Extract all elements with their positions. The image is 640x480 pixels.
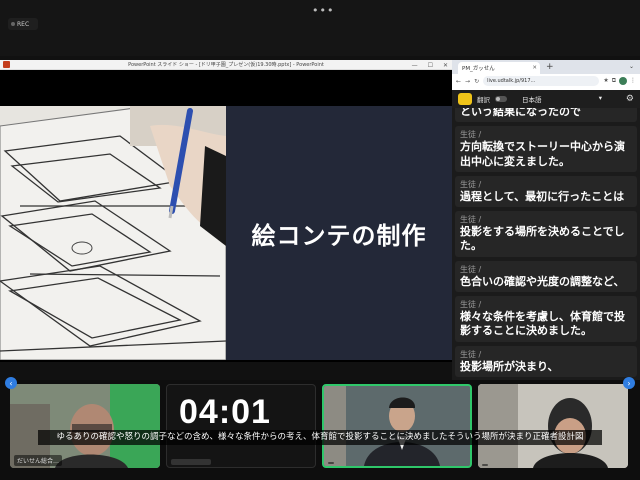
language-value: 日本語 — [522, 96, 542, 104]
language-select[interactable]: 日本語 ▾ — [522, 94, 602, 104]
window-controls: — ☐ ✕ — [412, 60, 448, 70]
tab-title: PM_ガッせん — [462, 66, 495, 72]
participant-tile[interactable]: だいせん総合… — [10, 384, 160, 468]
slide-title-panel: 絵コンテの制作 — [226, 106, 452, 360]
transcript-speaker: 生徒 / — [460, 349, 482, 359]
transcript-list[interactable]: という結果になったので 生徒 / 方向転換でストーリー中心から演出中心に変えまし… — [452, 108, 640, 400]
transcript-text: という結果になったので — [460, 108, 581, 118]
recording-indicator: REC — [8, 18, 38, 30]
url-input[interactable]: live.udtalk.jp/917... — [483, 76, 600, 86]
top-bar: ••• REC — [0, 0, 640, 56]
active-speaker-tile[interactable] — [322, 384, 472, 468]
app-logo-icon — [458, 93, 472, 105]
minimize-icon[interactable]: — — [412, 62, 418, 69]
slide: 絵コンテの制作 — [0, 106, 452, 360]
powerpoint-title-bar: PowerPoint スライド ショー - [ドリ甲子園_プレゼン(仮)19.3… — [0, 60, 452, 70]
powerpoint-window: PowerPoint スライド ショー - [ドリ甲子園_プレゼン(仮)19.3… — [0, 60, 452, 362]
transcript-text: 投影をする場所を決めることでした。 — [460, 225, 625, 253]
transcript-entry: 生徒 / 投影場所が決まり、 — [455, 345, 637, 377]
translate-toggle[interactable] — [495, 96, 507, 102]
transcript-entry: 生徒 / 過程として、最初に行ったことは — [455, 175, 637, 208]
browser-window: PM_ガッせん ✕ + ⌄ ← → ↻ live.udtalk.jp/917..… — [452, 60, 640, 400]
chevron-down-icon: ▾ — [598, 94, 602, 102]
transcript-entry: 生徒 / 投影をする場所を決めることでした。 — [455, 211, 637, 257]
maximize-icon[interactable]: ☐ — [428, 62, 433, 69]
forward-icon[interactable]: → — [465, 78, 470, 85]
participant-name — [482, 464, 488, 466]
slide-heading: 絵コンテの制作 — [251, 221, 427, 250]
participant-name: だいせん総合… — [14, 455, 63, 466]
record-dot-icon — [11, 22, 15, 26]
countdown-timer: 04:01 — [179, 393, 271, 431]
tab-close-icon[interactable]: ✕ — [532, 65, 537, 71]
profile-avatar[interactable] — [619, 77, 627, 85]
transcript-text: 方向転換でストーリー中心から演出中心に変えました。 — [460, 140, 625, 168]
translate-label: 翻訳 — [477, 96, 490, 104]
transcript-speaker: 生徒 / — [460, 264, 482, 274]
scroll-left-button[interactable]: ‹ — [5, 377, 17, 389]
powerpoint-window-title: PowerPoint スライド ショー - [ドリ甲子園_プレゼン(仮)19.3… — [128, 62, 324, 68]
transcript-entry: という結果になったので — [455, 108, 637, 123]
tab-search-icon[interactable]: ⌄ — [629, 63, 634, 70]
reload-icon[interactable]: ↻ — [474, 78, 479, 85]
rec-label: REC — [17, 20, 30, 28]
transcript-speaker: 生徒 / — [460, 130, 482, 140]
extension-icons: ★ ⧉ ⋮ — [603, 77, 636, 85]
menu-icon[interactable]: ⋮ — [630, 77, 636, 85]
transcript-speaker: 生徒 / — [460, 300, 482, 310]
transcript-text: 過程として、最初に行ったことは — [460, 189, 625, 203]
storyboard-photo — [0, 106, 226, 360]
bookmark-star-icon[interactable]: ★ — [603, 77, 608, 85]
participant-tile[interactable] — [478, 384, 628, 468]
extensions-icon[interactable]: ⧉ — [612, 77, 616, 85]
address-bar: ← → ↻ live.udtalk.jp/917... ★ ⧉ ⋮ — [452, 74, 640, 88]
close-icon[interactable]: ✕ — [443, 62, 448, 69]
storyboard-drawing — [0, 106, 226, 360]
new-tab-button[interactable]: + — [546, 62, 554, 72]
transcript-entry: 生徒 / 方向転換でストーリー中心から演出中心に変えました。 — [455, 126, 637, 172]
transcript-speaker: 生徒 / — [460, 179, 482, 189]
transcript-entry: 生徒 / 様々な条件を考慮し、体育館で投影することに決めました。 — [455, 296, 637, 342]
browser-tab-strip: PM_ガッせん ✕ + ⌄ — [452, 60, 640, 74]
scroll-right-button[interactable]: › — [623, 377, 635, 389]
back-icon[interactable]: ← — [456, 78, 461, 85]
browser-tab[interactable]: PM_ガッせん ✕ — [458, 62, 540, 74]
settings-gear-icon[interactable]: ⚙ — [626, 94, 634, 104]
participant-video — [478, 384, 628, 468]
participant-name-bar — [171, 459, 211, 465]
participant-name — [328, 462, 334, 464]
transcript-entry: 生徒 / 色合いの確認や光度の調整など、 — [455, 260, 637, 293]
transcript-speaker: 生徒 / — [460, 215, 482, 225]
timer-tile[interactable]: 04:01 — [166, 384, 316, 468]
transcript-text: 様々な条件を考慮し、体育館で投影することに決めました。 — [460, 310, 625, 338]
meeting-screen: ••• REC PowerPoint スライド ショー - [ドリ甲子園_プレゼ… — [0, 0, 640, 480]
captioning-toolbar: 翻訳 日本語 ▾ ⚙ — [452, 90, 640, 108]
transcript-text: 色合いの確認や光度の調整など、 — [460, 274, 625, 288]
live-caption: ゆるありの確認や怒りの調子などの含め、様々な条件からの考え、体育館で投影すること… — [38, 430, 602, 446]
more-options-button[interactable]: ••• — [312, 4, 334, 17]
participant-video — [324, 386, 470, 466]
transcript-text: 投影場所が決まり、 — [460, 359, 559, 373]
